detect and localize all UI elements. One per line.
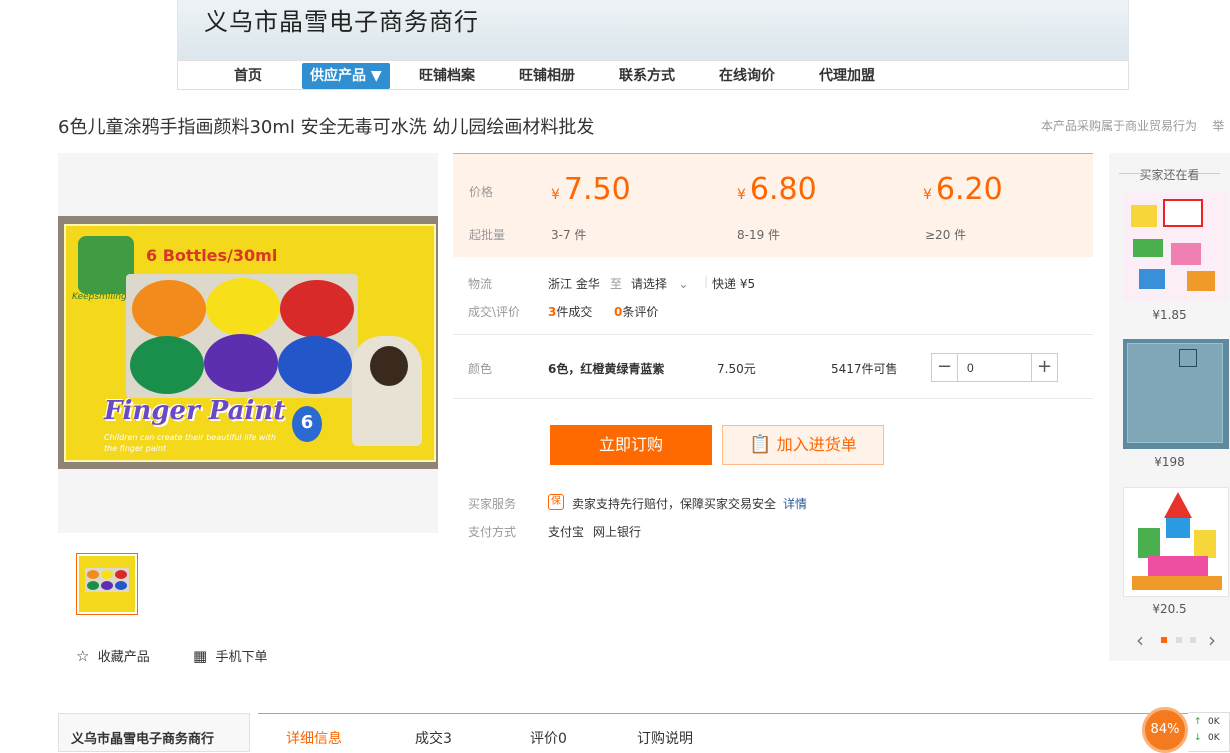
download-arrow-icon: ↓ [1194, 733, 1202, 743]
shop-nav: 首页 供应产品 ▼ 旺铺档案 旺铺相册 联系方式 在线询价 代理加盟 [177, 60, 1129, 90]
sku-price: 7.50元 [717, 362, 756, 376]
price-tier-1: ¥7.50 [551, 172, 631, 207]
shop-banner: 义乌市晶雪电子商务商行 [177, 0, 1129, 60]
express-fee: 快递 ¥5 [712, 277, 756, 291]
quantity-stepper: − + [931, 353, 1058, 382]
destination-select[interactable]: 请选择 ⌄ [631, 275, 689, 292]
report-link[interactable]: 举 [1212, 119, 1224, 133]
nav-profile[interactable]: 旺铺档案 [419, 61, 475, 91]
decrease-button[interactable]: − [932, 354, 958, 381]
range-tier-1: 3-7 件 [551, 228, 587, 242]
carousel-dot-2[interactable] [1176, 637, 1182, 643]
logistics-to: 至 [610, 277, 623, 291]
also-viewed-price-1: ¥1.85 [1152, 308, 1187, 322]
range-tier-3: ≥20 件 [925, 228, 967, 242]
moq-label: 起批量 [469, 228, 506, 242]
service-detail-link[interactable]: 详情 [783, 495, 807, 512]
shop-info-box: 义乌市晶雪电子商务商行 [58, 713, 250, 752]
tab-reviews[interactable]: 评价0 [530, 728, 567, 748]
product-thumbnail[interactable] [76, 553, 138, 615]
favorite-product[interactable]: ☆ 收藏产品 [76, 646, 150, 665]
tab-deals[interactable]: 成交3 [415, 728, 452, 748]
star-icon: ☆ [76, 647, 90, 665]
price-tier-3: ¥6.20 [923, 172, 1003, 207]
payment-label: 支付方式 [468, 525, 517, 539]
prev-arrow-icon[interactable]: ‹ [1136, 628, 1144, 652]
also-viewed-image-2[interactable] [1123, 339, 1229, 449]
also-viewed-image-3[interactable] [1123, 487, 1229, 597]
nav-contact[interactable]: 联系方式 [619, 61, 675, 91]
network-monitor: ↑ 0K ↓ 0K [1188, 712, 1230, 752]
nav-inquiry[interactable]: 在线询价 [719, 61, 775, 91]
next-arrow-icon[interactable]: › [1208, 628, 1216, 652]
quantity-input[interactable] [959, 354, 1031, 381]
nav-album[interactable]: 旺铺相册 [519, 61, 575, 91]
mobile-order[interactable]: ▦ 手机下单 [193, 646, 267, 665]
sku-name: 6色，红橙黄绿青蓝紫 [548, 362, 665, 376]
nav-home[interactable]: 首页 [234, 61, 262, 91]
service-label: 买家服务 [468, 497, 517, 511]
add-to-cart-button[interactable]: 📋 加入进货单 [722, 425, 884, 465]
guarantee-icon: 保 [548, 494, 564, 510]
tab-order-notes[interactable]: 订购说明 [637, 728, 693, 748]
trade-note: 本产品采购属于商业贸易行为 举 [1041, 119, 1225, 133]
also-viewed-title: 买家还在看 [1109, 166, 1230, 183]
clipboard-icon: 📋 [749, 434, 772, 455]
carousel-dot-3[interactable] [1190, 637, 1196, 643]
price-tier-2: ¥6.80 [737, 172, 817, 207]
stats-label: 成交\评价 [468, 305, 521, 319]
reviews-count[interactable]: 0条评价 [614, 303, 658, 320]
also-viewed-price-2: ¥198 [1154, 455, 1185, 469]
nav-agent[interactable]: 代理加盟 [819, 61, 875, 91]
shop-title: 义乌市晶雪电子商务商行 [204, 8, 479, 36]
qr-code-icon: ▦ [193, 647, 208, 665]
payment-alipay: 支付宝 [548, 525, 585, 539]
sku-stock: 5417件可售 [831, 362, 898, 376]
speed-gauge[interactable]: 84% [1142, 707, 1188, 753]
product-title: 6色儿童涂鸦手指画颜料30ml 安全无毒可水洗 幼儿园绘画材料批发 [58, 117, 595, 138]
chevron-down-icon: ⌄ [678, 277, 689, 291]
also-viewed-image-1[interactable] [1123, 191, 1229, 301]
detail-tabs: 详细信息 成交3 评价0 订购说明 [258, 713, 1230, 752]
price-panel: 价格 起批量 ¥7.50 ¥6.80 ¥6.20 3-7 件 8-19 件 ≥2… [453, 153, 1093, 257]
carousel-dot-1[interactable] [1161, 637, 1167, 643]
also-viewed-panel: 买家还在看 ¥1.85 ¥198 ¥20.5 [1109, 153, 1230, 661]
increase-button[interactable]: + [1031, 354, 1057, 381]
also-viewed-price-3: ¥20.5 [1152, 602, 1187, 616]
upload-arrow-icon: ↑ [1194, 717, 1202, 727]
payment-bank: 网上银行 [593, 525, 642, 539]
service-text: 卖家支持先行赔付，保障买家交易安全 [572, 497, 777, 511]
range-tier-2: 8-19 件 [737, 228, 781, 242]
logistics-label: 物流 [468, 277, 493, 291]
logistics-origin: 浙江 金华 [548, 277, 600, 291]
product-image[interactable]: Keepsmiling 6 Bottles/30ml Finger Paint … [58, 216, 438, 469]
deals-count[interactable]: 3件成交 [548, 303, 592, 320]
buy-now-button[interactable]: 立即订购 [550, 425, 712, 465]
nav-products[interactable]: 供应产品 ▼ [302, 63, 390, 89]
price-label: 价格 [469, 185, 494, 199]
tab-details[interactable]: 详细信息 [286, 728, 342, 748]
sku-label: 颜色 [468, 362, 493, 376]
